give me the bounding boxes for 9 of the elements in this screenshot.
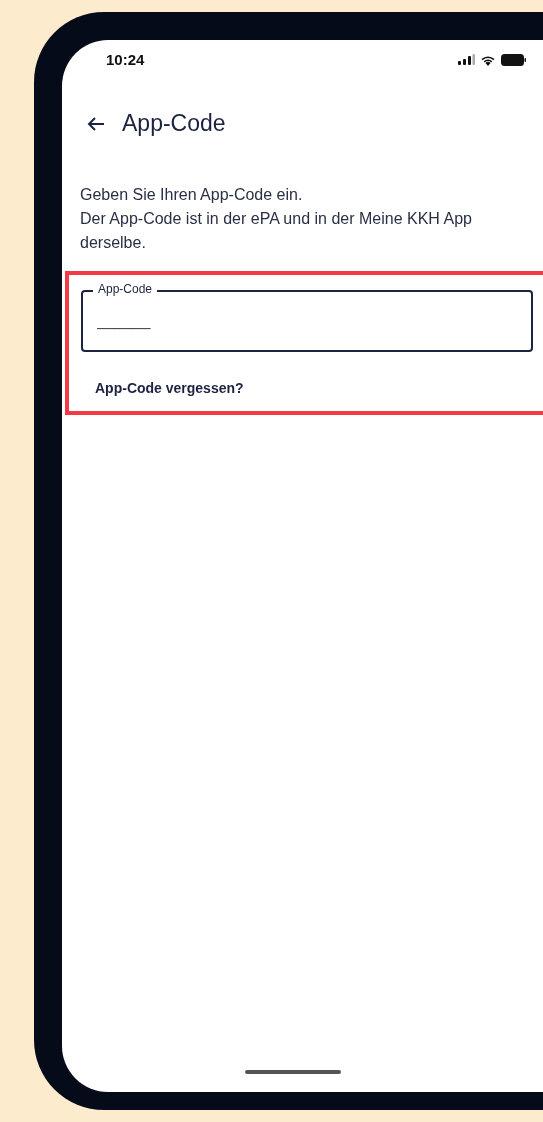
instruction-text: Der App-Code ist in der ePA und in der Meine KKH App derselbe. [80,209,473,253]
status-time: 10:24 [106,51,145,68]
instruction-text: Geben Sie Ihren App-Code ein. [80,185,304,205]
signal-icon [458,54,475,65]
battery-icon [501,53,526,66]
page-title: App-Code [122,110,226,137]
wifi-icon [480,53,496,66]
field-label: App-Code [93,282,158,296]
forgot-code-link[interactable]: App-Code vergessen? [95,380,244,396]
